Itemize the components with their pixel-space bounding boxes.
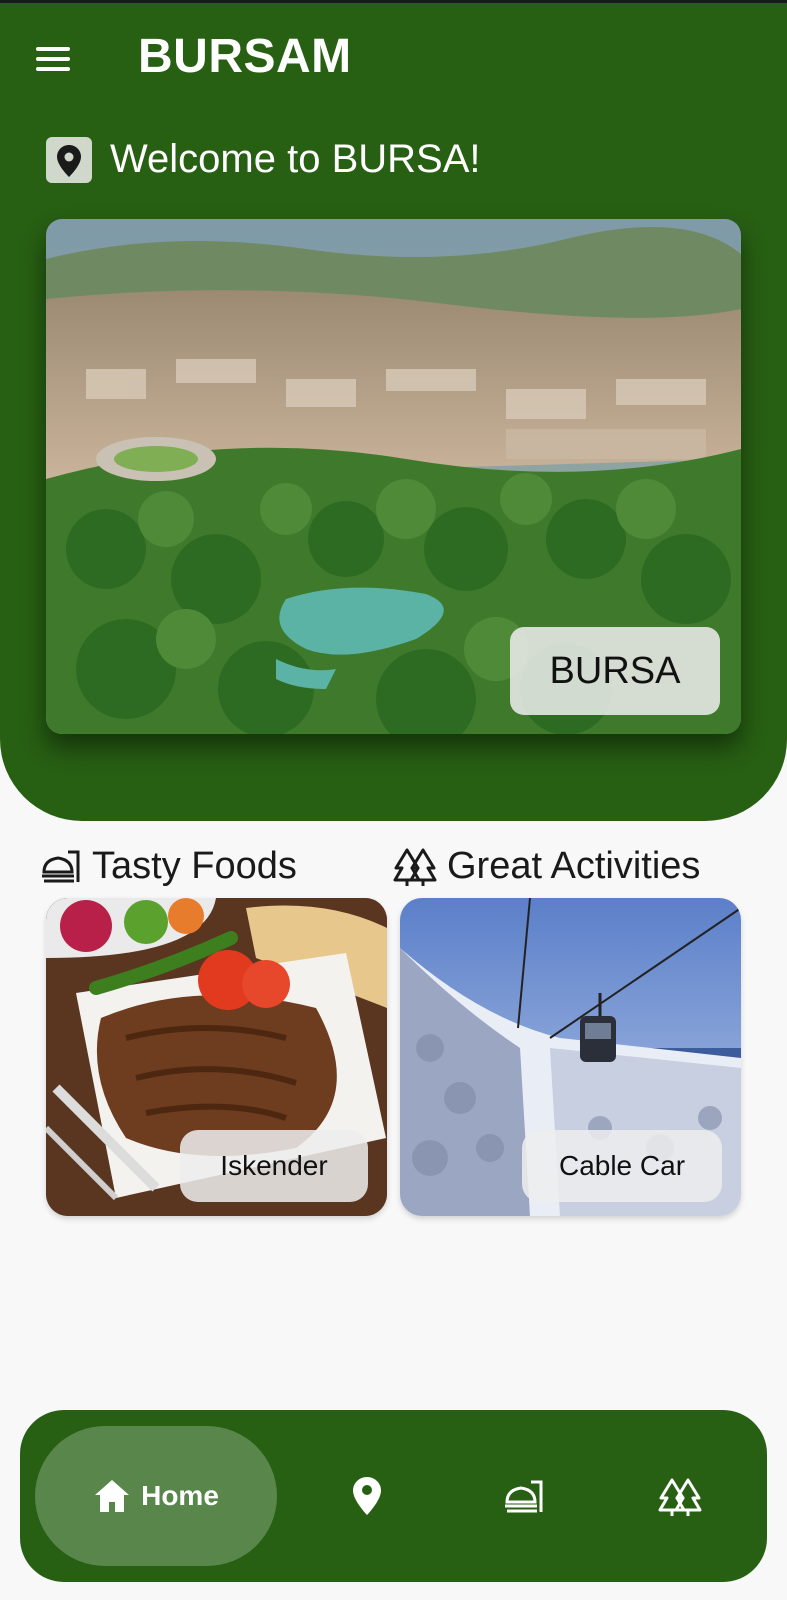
- activity-card-cable-car[interactable]: Cable Car: [400, 898, 741, 1216]
- section-great-activities: Great Activities: [393, 842, 700, 890]
- food-icon: [42, 850, 80, 883]
- section-title-activities: Great Activities: [447, 844, 701, 887]
- food-card-iskender[interactable]: Iskender: [46, 898, 387, 1216]
- hero-label: BURSA: [510, 627, 720, 715]
- nav-home-label: Home: [141, 1480, 219, 1511]
- nav-home-button[interactable]: Home: [35, 1426, 277, 1566]
- nav-location-button[interactable]: [317, 1426, 417, 1566]
- header-panel: BURSAM Welcome to BURSA! BURSA: [0, 3, 787, 821]
- activity-card-label: Cable Car: [522, 1130, 722, 1202]
- trees-icon: [393, 848, 437, 886]
- section-tasty-foods: Tasty Foods: [38, 842, 297, 890]
- hero-image-bursa[interactable]: BURSA: [46, 219, 741, 734]
- menu-icon[interactable]: [30, 39, 78, 79]
- section-title-foods: Tasty Foods: [92, 844, 297, 887]
- food-card-label: Iskender: [180, 1130, 368, 1202]
- location-pin-icon: [46, 137, 92, 183]
- home-icon: [95, 1480, 130, 1512]
- trees-icon: [658, 1478, 702, 1516]
- food-icon: [505, 1480, 543, 1513]
- nav-activities-button[interactable]: [630, 1426, 730, 1566]
- bottom-navigation: Home: [20, 1410, 767, 1582]
- location-pin-icon: [353, 1477, 381, 1515]
- app-title: BURSAM: [138, 30, 352, 83]
- welcome-heading: Welcome to BURSA!: [110, 137, 481, 181]
- nav-food-button[interactable]: [473, 1426, 573, 1566]
